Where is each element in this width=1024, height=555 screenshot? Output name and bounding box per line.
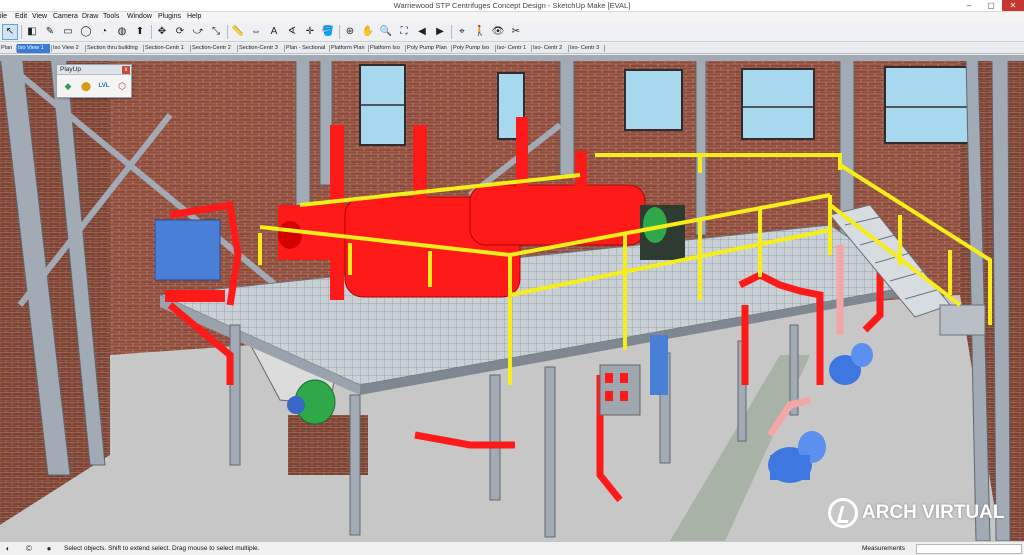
- look-around-icon[interactable]: 👁: [490, 24, 506, 40]
- toolbar-separator: [151, 25, 152, 39]
- circle-icon[interactable]: ◯: [78, 24, 94, 40]
- arch-virtual-watermark: ARCH VIRTUAL: [828, 498, 1005, 528]
- maximize-button[interactable]: ▢: [980, 0, 1002, 11]
- toolbar-separator: [227, 25, 228, 39]
- settings-icon[interactable]: ⬡: [115, 79, 129, 93]
- scene-tab[interactable]: Section thru building: [86, 44, 142, 53]
- toolbar-separator: [451, 25, 452, 39]
- user-icon[interactable]: ●: [44, 544, 54, 554]
- menu-plugins[interactable]: Plugins: [158, 12, 181, 22]
- menu-help[interactable]: Help: [187, 12, 201, 22]
- blue-panel: [154, 219, 221, 281]
- zoom-extents-icon[interactable]: ⛶: [396, 24, 412, 40]
- menu-view[interactable]: View: [32, 12, 47, 22]
- control-panel: [599, 364, 641, 416]
- eraser-icon[interactable]: ◧: [24, 24, 40, 40]
- arch-virtual-logo-icon: [828, 498, 858, 528]
- axes-icon[interactable]: ✛: [302, 24, 318, 40]
- scene-tab[interactable]: Section-Centr 3: [238, 44, 283, 53]
- text-icon[interactable]: A: [266, 24, 282, 40]
- previous-view-icon[interactable]: ◀: [414, 24, 430, 40]
- menu-window[interactable]: Window: [127, 12, 152, 22]
- scene-tab[interactable]: Section-Centr 2: [191, 44, 236, 53]
- rectangle-icon[interactable]: ▭: [60, 24, 76, 40]
- playup-panel: PlayUp x ◆ ⬤ LVL ⬡: [56, 64, 132, 98]
- pan-icon[interactable]: ✋: [360, 24, 376, 40]
- toolbar-separator: [21, 25, 22, 39]
- status-message: Select objects. Shift to extend select. …: [64, 545, 260, 552]
- push-pull-icon[interactable]: ⬆: [132, 24, 148, 40]
- arc-icon[interactable]: ◔: [96, 24, 112, 40]
- menu-draw[interactable]: Draw: [82, 12, 98, 22]
- watermark-text: ARCH VIRTUAL: [862, 502, 1005, 523]
- scene-tab[interactable]: Iso View 1: [17, 44, 50, 53]
- menu-bar: ile Edit View Camera Draw Tools Window P…: [0, 12, 1024, 22]
- geo-location-icon[interactable]: ◐: [3, 544, 13, 554]
- rotate-icon[interactable]: ⟳: [172, 24, 188, 40]
- pencil-icon[interactable]: ✎: [42, 24, 58, 40]
- toolbar-separator: [339, 25, 340, 39]
- model-viewport[interactable]: [0, 55, 1024, 541]
- tab-separator: [604, 45, 605, 52]
- playup-title: PlayUp: [60, 66, 81, 73]
- scene-tabs: Plan Iso View 1 Iso View 2 Section thru bui…: [0, 43, 1024, 54]
- export-icon[interactable]: ◆: [61, 79, 75, 93]
- protractor-icon[interactable]: ∢: [284, 24, 300, 40]
- scene-tab[interactable]: Platform Plan: [330, 44, 367, 53]
- offset-icon[interactable]: ◍: [114, 24, 130, 40]
- zoom-icon[interactable]: 🔍: [378, 24, 394, 40]
- window-title: Warriewood STP Centrifuges Concept Desig…: [393, 1, 631, 10]
- model-scene: [0, 55, 1024, 541]
- motor-coupling: [287, 396, 305, 414]
- menu-tools[interactable]: Tools: [103, 12, 119, 22]
- scene-tab[interactable]: Plan: [0, 44, 15, 53]
- position-camera-icon[interactable]: ⌖: [454, 24, 470, 40]
- credits-icon[interactable]: ©: [24, 544, 34, 554]
- top-beam: [0, 55, 1024, 61]
- scene-tab[interactable]: Iso- Centr 2: [532, 44, 567, 53]
- playup-header: PlayUp x: [57, 65, 131, 75]
- next-view-icon[interactable]: ▶: [432, 24, 448, 40]
- scene-tab[interactable]: Iso View 2: [52, 44, 84, 53]
- title-bar: Warriewood STP Centrifuges Concept Desig…: [0, 0, 1024, 12]
- playup-close-button[interactable]: x: [122, 66, 130, 74]
- scene-tab[interactable]: Platform Iso: [369, 44, 404, 53]
- scale-icon[interactable]: ⤡: [208, 24, 224, 40]
- walk-icon[interactable]: 🚶: [472, 24, 488, 40]
- status-bar: ◐ © ● Select objects. Shift to extend se…: [0, 541, 1024, 555]
- close-button[interactable]: ✕: [1002, 0, 1024, 11]
- measurements-label: Measurements: [862, 545, 905, 552]
- scene-tab[interactable]: Poly Pump Iso: [452, 44, 494, 53]
- toolbar: ↖ ◧ ✎ ▭ ◯ ◔ ◍ ⬆ ✥ ⟳ ⤻ ⤡ 📏 ⇔ A ∢ ✛ 🪣 ⊛ ✋ 🔍 ⛶ ◀ ▶ ⌖ 🚶 👁 ✂: [0, 22, 1024, 42]
- dimension-icon[interactable]: ⇔: [248, 24, 264, 40]
- menu-camera[interactable]: Camera: [53, 12, 78, 22]
- scene-tab[interactable]: Plan - Sectional: [285, 44, 328, 53]
- scene-tab[interactable]: Poly Pump Plan: [406, 44, 450, 53]
- move-icon[interactable]: ✥: [154, 24, 170, 40]
- section-plane-icon[interactable]: ✂: [508, 24, 524, 40]
- location-icon[interactable]: ⬤: [79, 79, 93, 93]
- scene-tab[interactable]: Iso- Centr 3: [569, 44, 603, 53]
- paint-bucket-icon[interactable]: 🪣: [320, 24, 336, 40]
- menu-edit[interactable]: Edit: [15, 12, 27, 22]
- menu-file[interactable]: ile: [0, 12, 7, 22]
- measurements-input[interactable]: [916, 544, 1022, 554]
- level-icon[interactable]: LVL: [97, 79, 111, 93]
- orbit-icon[interactable]: ⊛: [342, 24, 358, 40]
- minimize-button[interactable]: ‒: [958, 0, 980, 11]
- blue-cabinet: [650, 335, 668, 395]
- red-tray: [165, 290, 225, 302]
- tape-measure-icon[interactable]: 📏: [230, 24, 246, 40]
- scene-tab[interactable]: Iso- Centr 1: [496, 44, 530, 53]
- follow-me-icon[interactable]: ⤻: [190, 24, 206, 40]
- scene-tab[interactable]: Section-Centr 1: [144, 44, 189, 53]
- stair-landing: [939, 304, 986, 336]
- select-icon[interactable]: ↖: [2, 24, 18, 40]
